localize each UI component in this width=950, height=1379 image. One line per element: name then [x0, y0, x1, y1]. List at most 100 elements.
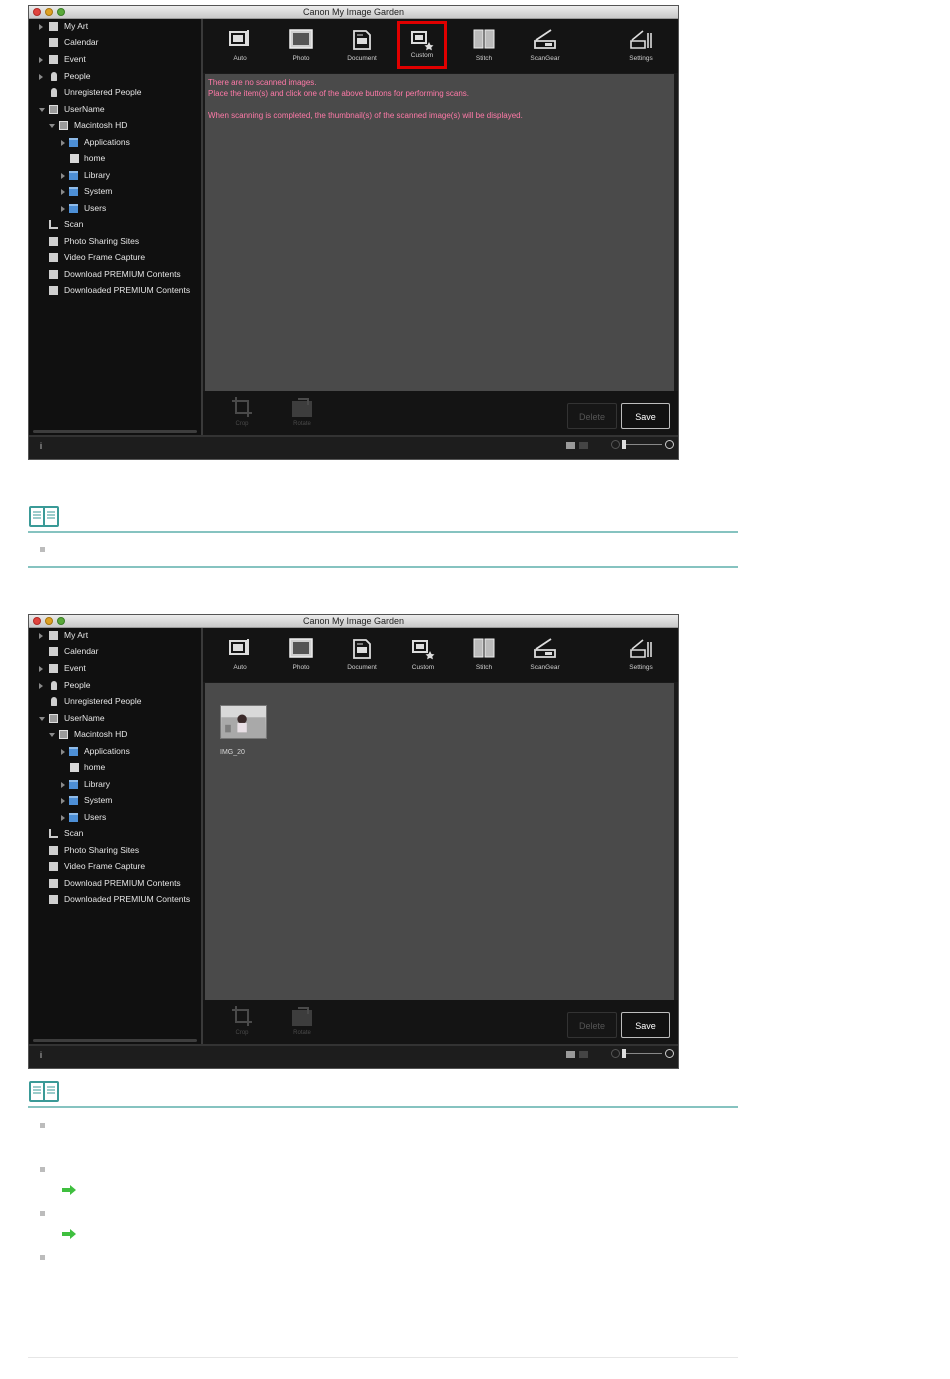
- sidebar-item-applications[interactable]: Applications: [29, 135, 199, 150]
- sidebar-item-video-frame-capture[interactable]: Video Frame Capture: [29, 250, 199, 265]
- custom-scan-button[interactable]: Custom: [398, 628, 448, 682]
- green-arrow-icon[interactable]: [61, 1184, 77, 1196]
- zoom-out-icon[interactable]: [611, 1049, 620, 1058]
- sidebar-item-event[interactable]: Event: [29, 661, 199, 676]
- save-button[interactable]: Save: [621, 1012, 670, 1038]
- stitch-scan-button[interactable]: Stitch: [459, 628, 509, 682]
- sidebar-item-my-art[interactable]: My Art: [29, 628, 199, 643]
- rotate-button[interactable]: Rotate: [287, 1002, 317, 1042]
- collapse-arrow-icon[interactable]: [49, 124, 55, 128]
- scanned-image-thumbnail[interactable]: [220, 705, 267, 739]
- sidebar-item-system[interactable]: System: [29, 793, 199, 808]
- sidebar-item-people[interactable]: People: [29, 678, 199, 693]
- crop-button[interactable]: Crop: [227, 393, 257, 433]
- sidebar-item-applications[interactable]: Applications: [29, 744, 199, 759]
- sidebar-item-username[interactable]: UserName: [29, 711, 199, 726]
- sidebar-item-event[interactable]: Event: [29, 52, 199, 67]
- sidebar-item-library[interactable]: Library: [29, 168, 199, 183]
- person-icon: [51, 88, 57, 97]
- rotate-button[interactable]: Rotate: [287, 393, 317, 433]
- zoom-out-icon[interactable]: [611, 440, 620, 449]
- sidebar-item-my-art[interactable]: My Art: [29, 19, 199, 34]
- document-scan-button[interactable]: Document: [337, 628, 387, 682]
- calendar-icon: [49, 38, 58, 47]
- expand-arrow-icon[interactable]: [61, 798, 65, 804]
- auto-scan-button[interactable]: Auto: [215, 19, 265, 73]
- expand-arrow-icon[interactable]: [61, 189, 65, 195]
- sidebar-item-macintosh-hd[interactable]: Macintosh HD: [29, 118, 199, 133]
- sidebar-item-users[interactable]: Users: [29, 201, 199, 216]
- expand-arrow-icon[interactable]: [61, 173, 65, 179]
- expand-arrow-icon[interactable]: [61, 140, 65, 146]
- zoom-slider-handle[interactable]: [622, 1049, 626, 1058]
- expand-arrow-icon[interactable]: [39, 24, 43, 30]
- stitch-scan-button[interactable]: Stitch: [459, 19, 509, 73]
- sidebar-scrollbar[interactable]: [33, 1039, 197, 1042]
- save-button[interactable]: Save: [621, 403, 670, 429]
- sidebar-item-calendar[interactable]: Calendar: [29, 644, 199, 659]
- sidebar-item-unregistered-people[interactable]: Unregistered People: [29, 694, 199, 709]
- custom-scan-button[interactable]: Custom: [397, 21, 447, 69]
- info-icon[interactable]: i: [40, 441, 42, 451]
- sidebar-item-unregistered-people[interactable]: Unregistered People: [29, 85, 199, 100]
- list-view-icon[interactable]: [566, 442, 575, 449]
- sidebar-item-photo-sharing-sites[interactable]: Photo Sharing Sites: [29, 843, 199, 858]
- sidebar-item-username[interactable]: UserName: [29, 102, 199, 117]
- zoom-slider[interactable]: [622, 444, 662, 445]
- sidebar-item-downloaded-premium[interactable]: Downloaded PREMIUM Contents: [29, 283, 199, 298]
- sidebar-item-scan[interactable]: Scan: [29, 826, 199, 841]
- expand-arrow-icon[interactable]: [39, 683, 43, 689]
- scangear-button[interactable]: ScanGear: [520, 19, 570, 73]
- window-title: Canon My Image Garden: [302, 616, 405, 626]
- auto-scan-button[interactable]: Auto: [215, 628, 265, 682]
- sidebar-item-people[interactable]: People: [29, 69, 199, 84]
- collapse-arrow-icon[interactable]: [39, 108, 45, 112]
- expand-arrow-icon[interactable]: [61, 206, 65, 212]
- sidebar-item-library[interactable]: Library: [29, 777, 199, 792]
- sidebar-item-macintosh-hd[interactable]: Macintosh HD: [29, 727, 199, 742]
- list-view-icon[interactable]: [566, 1051, 575, 1058]
- grid-view-icon[interactable]: [579, 442, 588, 449]
- my-art-icon: [49, 22, 58, 31]
- settings-button[interactable]: Settings: [616, 19, 666, 73]
- sidebar-item-calendar[interactable]: Calendar: [29, 35, 199, 50]
- zoom-in-icon[interactable]: [665, 440, 674, 449]
- expand-arrow-icon[interactable]: [61, 749, 65, 755]
- info-icon[interactable]: i: [40, 1050, 42, 1060]
- sidebar-item-download-premium[interactable]: Download PREMIUM Contents: [29, 876, 199, 891]
- sidebar-item-downloaded-premium[interactable]: Downloaded PREMIUM Contents: [29, 892, 199, 907]
- document-scan-button[interactable]: Document: [337, 19, 387, 73]
- collapse-arrow-icon[interactable]: [39, 717, 45, 721]
- expand-arrow-icon[interactable]: [39, 666, 43, 672]
- sidebar-item-users[interactable]: Users: [29, 810, 199, 825]
- zoom-slider[interactable]: [622, 1053, 662, 1054]
- zoom-slider-handle[interactable]: [622, 440, 626, 449]
- expand-arrow-icon[interactable]: [39, 633, 43, 639]
- delete-button[interactable]: Delete: [567, 1012, 617, 1038]
- crop-icon: [232, 1006, 252, 1026]
- sidebar-item-scan[interactable]: Scan: [29, 217, 199, 232]
- scangear-button[interactable]: ScanGear: [520, 628, 570, 682]
- expand-arrow-icon[interactable]: [61, 815, 65, 821]
- grid-view-icon[interactable]: [579, 1051, 588, 1058]
- photo-scan-button[interactable]: Photo: [276, 19, 326, 73]
- green-arrow-icon[interactable]: [61, 1228, 77, 1240]
- scanner-icon: [49, 220, 58, 229]
- sidebar-item-system[interactable]: System: [29, 184, 199, 199]
- expand-arrow-icon[interactable]: [39, 74, 43, 80]
- sidebar-item-video-frame-capture[interactable]: Video Frame Capture: [29, 859, 199, 874]
- sidebar-scrollbar[interactable]: [33, 430, 197, 433]
- sidebar-item-download-premium[interactable]: Download PREMIUM Contents: [29, 267, 199, 282]
- zoom-in-icon[interactable]: [665, 1049, 674, 1058]
- collapse-arrow-icon[interactable]: [49, 733, 55, 737]
- settings-button[interactable]: Settings: [616, 628, 666, 682]
- photo-scan-button[interactable]: Photo: [276, 628, 326, 682]
- sidebar-item-home[interactable]: home: [29, 760, 199, 775]
- sidebar-item-photo-sharing-sites[interactable]: Photo Sharing Sites: [29, 234, 199, 249]
- expand-arrow-icon[interactable]: [61, 782, 65, 788]
- sidebar-item-home[interactable]: home: [29, 151, 199, 166]
- expand-arrow-icon[interactable]: [39, 57, 43, 63]
- crop-button[interactable]: Crop: [227, 1002, 257, 1042]
- delete-button[interactable]: Delete: [567, 403, 617, 429]
- folder-icon: [69, 138, 78, 147]
